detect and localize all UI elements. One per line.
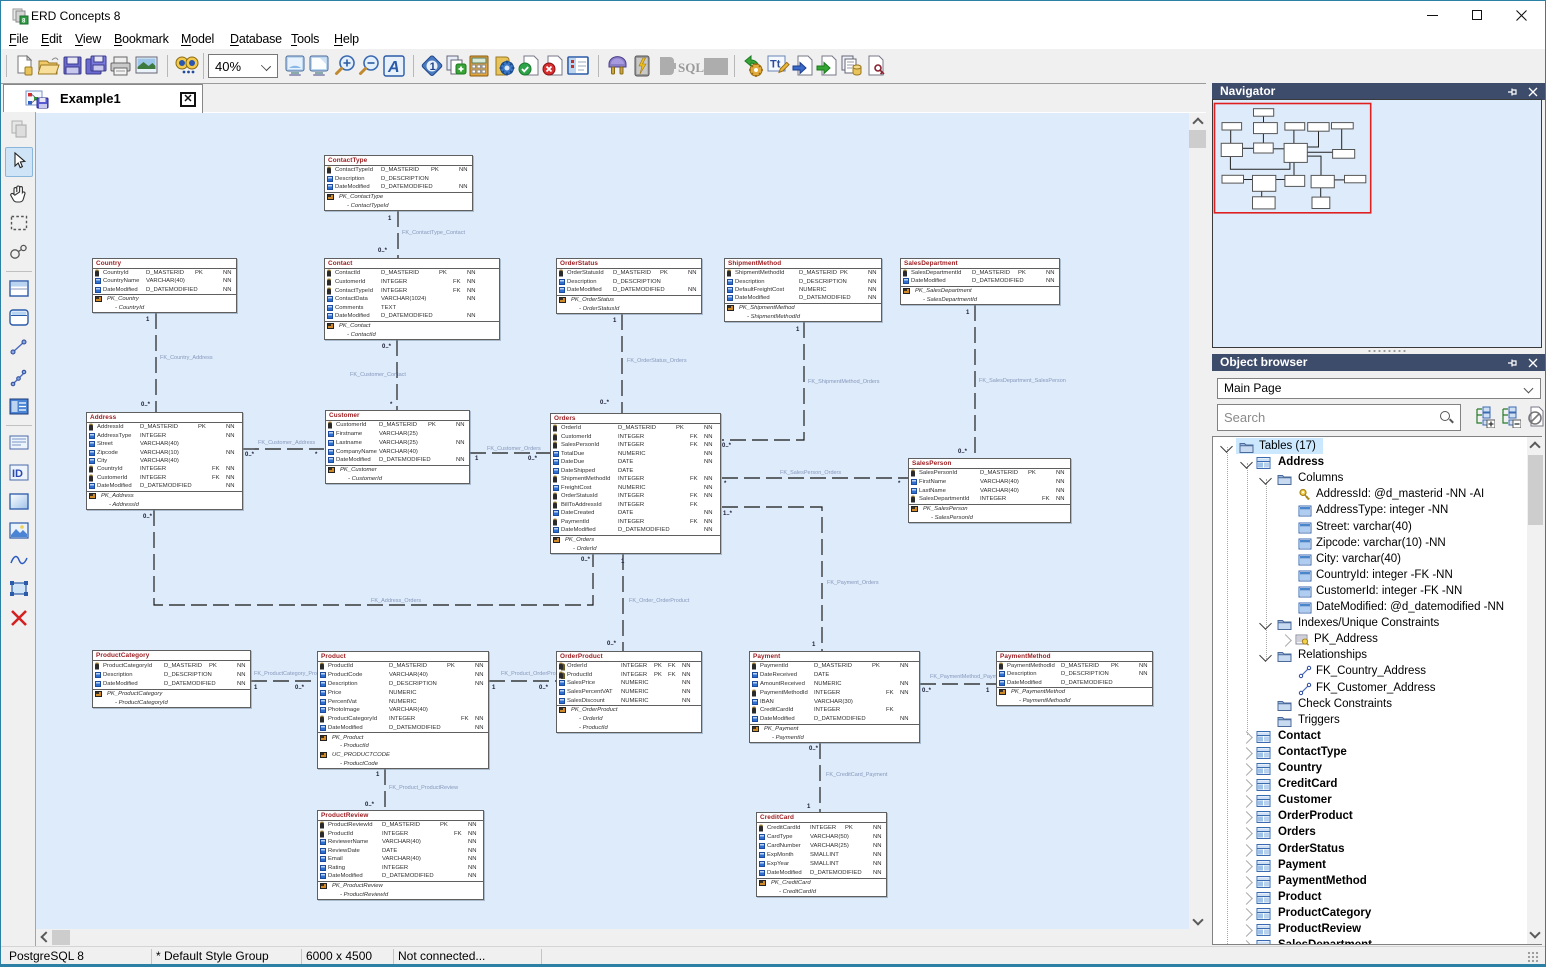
svg-text:FK_Address_Orders: FK_Address_Orders: [371, 598, 421, 604]
svg-text:FK_Product_ProductReview: FK_Product_ProductReview: [389, 785, 458, 791]
svg-text:FK_SalesDepartment_SalesPerson: FK_SalesDepartment_SalesPerson: [979, 378, 1066, 384]
svg-text:0..*: 0..*: [809, 746, 819, 752]
svg-text:1: 1: [254, 685, 258, 691]
svg-text:1: 1: [492, 685, 496, 691]
svg-text:0..*: 0..*: [143, 514, 153, 520]
svg-text:*: *: [898, 481, 901, 487]
svg-text:FK_Payment_Orders: FK_Payment_Orders: [827, 580, 879, 586]
svg-text:1: 1: [146, 317, 150, 323]
svg-text:FK_Country_Address: FK_Country_Address: [160, 355, 213, 361]
svg-text:0..*: 0..*: [295, 685, 305, 691]
svg-text:1..*: 1..*: [723, 511, 733, 517]
svg-text:FK_Customer_Orders: FK_Customer_Orders: [487, 446, 541, 452]
svg-text:1: 1: [621, 559, 625, 565]
svg-text:FK_Customer_Address: FK_Customer_Address: [258, 440, 315, 446]
svg-text:ID: ID: [12, 468, 23, 480]
svg-text:1: 1: [796, 327, 800, 333]
svg-text:1: 1: [376, 772, 380, 778]
svg-text:FK_OrderStatus_Orders: FK_OrderStatus_Orders: [627, 358, 687, 364]
svg-text:0..*: 0..*: [141, 402, 151, 408]
svg-text:FK_CreditCard_Payment: FK_CreditCard_Payment: [826, 772, 888, 778]
svg-text:1: 1: [966, 310, 970, 316]
svg-text:*: *: [315, 452, 318, 458]
svg-text:1: 1: [812, 642, 816, 648]
svg-text:FK_Order_OrderProduct: FK_Order_OrderProduct: [629, 598, 690, 604]
svg-text:*: *: [724, 481, 727, 487]
svg-text:1: 1: [613, 318, 617, 324]
svg-text:1: 1: [430, 61, 436, 73]
svg-text:1: 1: [475, 456, 479, 462]
svg-text:0..*: 0..*: [378, 248, 388, 254]
svg-text:0..*: 0..*: [607, 641, 617, 647]
svg-text:0..*: 0..*: [958, 449, 968, 455]
svg-text:0..*: 0..*: [245, 452, 255, 458]
svg-text:FK_SalesPerson_Orders: FK_SalesPerson_Orders: [780, 470, 841, 476]
svg-text:0..*: 0..*: [365, 802, 375, 808]
svg-text:0..*: 0..*: [600, 400, 610, 406]
svg-text:0..*: 0..*: [382, 344, 392, 350]
svg-text:FK_PaymentMethod_Payment: FK_PaymentMethod_Payment: [930, 674, 1005, 680]
svg-text:0..*: 0..*: [539, 685, 549, 691]
svg-text:FK_Customer_Contact: FK_Customer_Contact: [350, 372, 406, 378]
svg-text:0..*: 0..*: [528, 456, 538, 462]
svg-text:Tt: Tt: [770, 59, 781, 71]
svg-text:0..*: 0..*: [581, 557, 591, 563]
svg-text:1: 1: [986, 688, 990, 694]
svg-text:0..*: 0..*: [922, 688, 932, 694]
svg-text:*: *: [390, 402, 393, 408]
svg-text:0..*: 0..*: [722, 443, 732, 449]
svg-text:A: A: [387, 59, 400, 76]
svg-text:1: 1: [807, 804, 811, 810]
svg-text:1: 1: [388, 216, 392, 222]
svg-text:FK_ContactType_Contact: FK_ContactType_Contact: [402, 230, 465, 236]
svg-text:FK_ShipmentMethod_Orders: FK_ShipmentMethod_Orders: [808, 379, 880, 385]
